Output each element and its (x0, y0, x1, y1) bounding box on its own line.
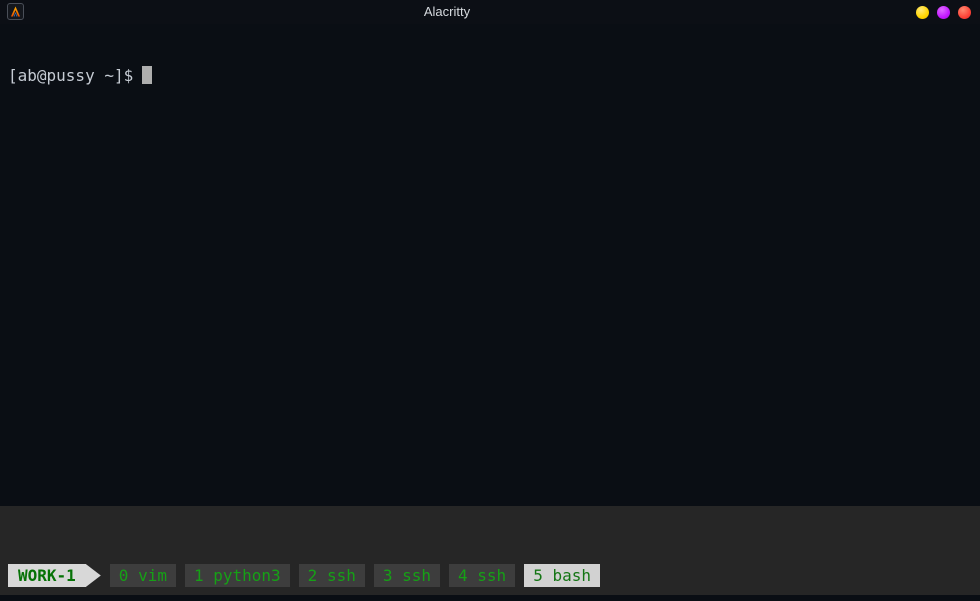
session-badge[interactable]: WORK-1 (8, 564, 86, 587)
minimize-button[interactable] (916, 6, 929, 19)
tab-window-1[interactable]: 1 python3 (185, 564, 290, 587)
maximize-button[interactable] (937, 6, 950, 19)
tab-window-2[interactable]: 2 ssh (299, 564, 365, 587)
session-arrow-icon (86, 564, 101, 587)
tab-window-3[interactable]: 3 ssh (374, 564, 440, 587)
window-title: Alacritty (0, 0, 894, 24)
terminal-cursor (142, 66, 152, 84)
close-button[interactable] (958, 6, 971, 19)
window-titlebar[interactable]: Alacritty (0, 0, 980, 24)
window-controls (916, 6, 971, 19)
tmux-window-list: WORK-1 0 vim 1 python3 2 ssh 3 ssh 4 ssh… (0, 563, 980, 588)
terminal-screen[interactable]: [ab@pussy ~]$ (0, 24, 980, 506)
shell-prompt-line: [ab@pussy ~]$ (8, 66, 972, 86)
tab-window-5[interactable]: 5 bash (524, 564, 600, 587)
tmux-statusbar: WORK-1 0 vim 1 python3 2 ssh 3 ssh 4 ssh… (0, 506, 980, 595)
tab-window-4[interactable]: 4 ssh (449, 564, 515, 587)
tab-window-0[interactable]: 0 vim (110, 564, 176, 587)
shell-prompt: [ab@pussy ~]$ (8, 66, 133, 85)
